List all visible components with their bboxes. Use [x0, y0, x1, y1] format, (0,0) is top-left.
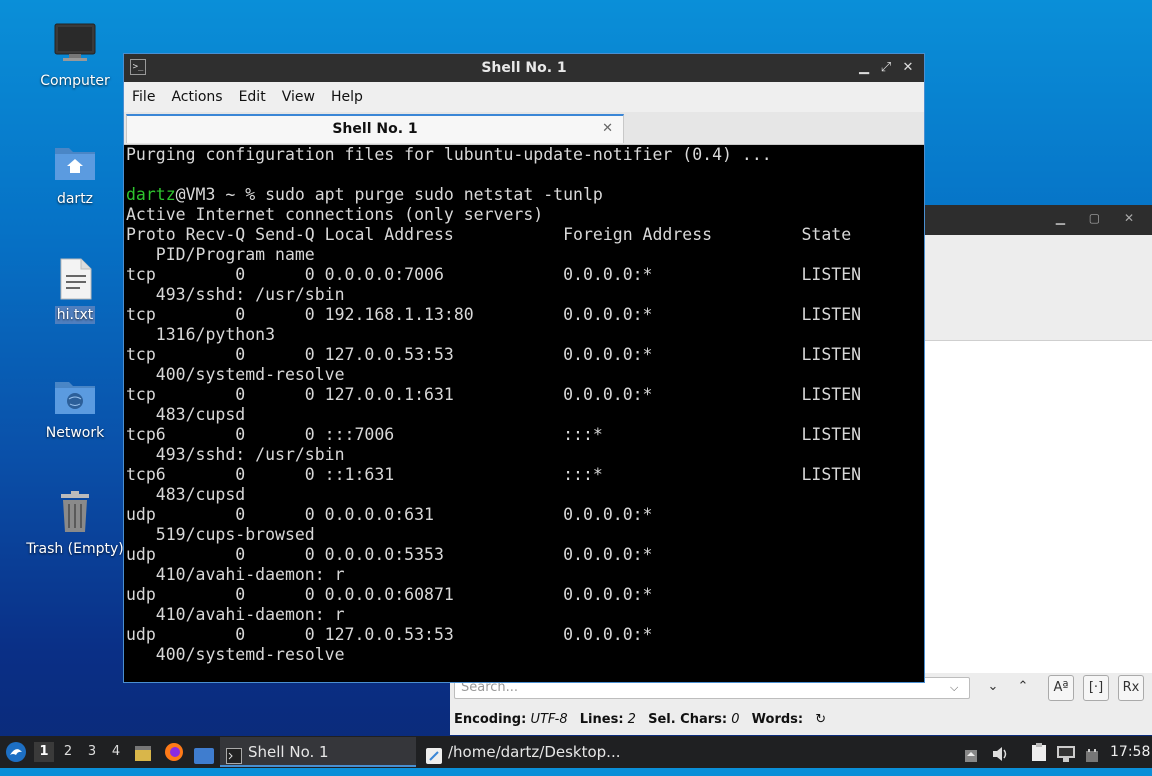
terminal-titlebar[interactable]: >_ Shell No. 1 ▁ ⤢ ✕: [124, 54, 924, 82]
terminal-line: udp 0 0 0.0.0.0:60871 0.0.0.0:*: [126, 585, 653, 604]
workspace-3[interactable]: 3: [82, 742, 102, 762]
terminal-line: 410/avahi-daemon: r: [126, 565, 345, 584]
terminal-line: 410/avahi-daemon: r: [126, 605, 345, 624]
clock[interactable]: 17:58: [1110, 736, 1150, 768]
menu-actions[interactable]: Actions: [163, 82, 230, 112]
encoding-value: UTF-8: [530, 712, 568, 727]
minimize-button[interactable]: ▁: [854, 54, 874, 82]
clipboard-icon[interactable]: [1030, 742, 1048, 762]
menu-edit[interactable]: Edit: [231, 82, 274, 112]
terminal-icon: [226, 744, 242, 764]
terminal-line: 493/sshd: /usr/sbin: [126, 445, 345, 464]
window-title: Shell No. 1: [481, 60, 567, 76]
terminal-line: 483/cupsd: [126, 405, 246, 424]
sel-chars-value: 0: [731, 712, 740, 727]
close-button[interactable]: ✕: [898, 54, 918, 82]
task-label: Shell No. 1: [248, 743, 329, 761]
menu-view[interactable]: View: [274, 82, 323, 112]
desktop-icon-home[interactable]: dartz: [20, 140, 130, 208]
terminal-line: 519/cups-browsed: [126, 525, 315, 544]
terminal-line: tcp 0 0 127.0.0.53:53 0.0.0.0:* LISTEN: [126, 345, 862, 364]
maximize-button[interactable]: ⤢: [876, 54, 896, 82]
terminal-line: Proto Recv-Q Send-Q Local Address Foreig…: [126, 225, 852, 244]
terminal-output[interactable]: Purging configuration files for lubuntu-…: [126, 145, 922, 680]
terminal-line: 493/sshd: /usr/sbin: [126, 285, 345, 304]
updates-icon[interactable]: [963, 744, 979, 762]
terminal-line: tcp 0 0 0.0.0.0:7006 0.0.0.0:* LISTEN: [126, 265, 862, 284]
desktop-icon-label: Computer: [40, 73, 110, 89]
computer-icon: [53, 22, 97, 66]
firefox-icon[interactable]: [164, 742, 184, 762]
task-label: /home/dartz/Desktop...: [448, 743, 621, 761]
terminal-line: 400/systemd-resolve: [126, 645, 345, 664]
terminal-line: PID/Program name: [126, 245, 315, 264]
desktop-icon-hi-txt[interactable]: hi.txt: [20, 257, 130, 324]
match-case-button[interactable]: Aª: [1048, 675, 1074, 701]
terminal-line: tcp6 0 0 :::7006 :::* LISTEN: [126, 425, 862, 444]
find-previous-button[interactable]: ⌃: [1010, 675, 1036, 701]
network-folder-icon: [53, 374, 97, 418]
text-file-icon: [53, 257, 97, 301]
task-featherpad[interactable]: /home/dartz/Desktop...: [420, 737, 630, 767]
editor-statusbar: Encoding: UTF-8 Lines: 2 Sel. Chars: 0 W…: [450, 705, 1152, 735]
terminal-line: tcp 0 0 192.168.1.13:80 0.0.0.0:* LISTEN: [126, 305, 862, 324]
menu-help[interactable]: Help: [323, 82, 371, 112]
tab-label: Shell No. 1: [332, 121, 418, 137]
lines-value: 2: [627, 712, 636, 727]
terminal-line: tcp6 0 0 ::1:631 :::* LISTEN: [126, 465, 862, 484]
lines-label: Lines:: [579, 712, 624, 727]
terminal-icon: >_: [130, 59, 146, 75]
show-desktop-icon[interactable]: [194, 744, 214, 764]
menu-bar: File Actions Edit View Help: [124, 82, 924, 112]
start-menu-icon[interactable]: [4, 740, 28, 764]
menu-file[interactable]: File: [124, 82, 163, 112]
whole-word-button[interactable]: [·]: [1083, 675, 1109, 701]
tab-bar: Shell No. 1 ✕: [124, 112, 924, 145]
desktop-icon-computer[interactable]: Computer: [20, 22, 130, 90]
desktop-icon-network[interactable]: Network: [20, 374, 130, 442]
workspace-4[interactable]: 4: [106, 742, 126, 762]
encoding-label: Encoding:: [454, 712, 527, 727]
battery-icon[interactable]: [1084, 744, 1100, 762]
desktop-icon-label: hi.txt: [54, 306, 96, 324]
terminal-line: Purging configuration files for lubuntu-…: [126, 145, 772, 164]
network-status-icon[interactable]: [1056, 743, 1076, 762]
terminal-line: 483/cupsd: [126, 485, 246, 504]
trash-icon: [53, 490, 97, 534]
terminal-line: tcp 0 0 127.0.0.1:631 0.0.0.0:* LISTEN: [126, 385, 862, 404]
terminal-line: udp 0 0 127.0.0.53:53 0.0.0.0:*: [126, 625, 653, 644]
desktop-icon-label: dartz: [56, 191, 94, 207]
desktop-icon-label: Trash (Empty): [26, 541, 124, 557]
terminal-line: Active Internet connections (only server…: [126, 205, 544, 224]
tab-shell-1[interactable]: Shell No. 1 ✕: [126, 114, 624, 143]
terminal-window[interactable]: >_ Shell No. 1 ▁ ⤢ ✕ File Actions Edit View…: [123, 53, 925, 683]
workspace-2[interactable]: 2: [58, 742, 78, 762]
regex-button[interactable]: Rx: [1118, 675, 1144, 701]
terminal-line: udp 0 0 0.0.0.0:5353 0.0.0.0:*: [126, 545, 653, 564]
desktop-icon-trash[interactable]: Trash (Empty): [20, 490, 130, 558]
find-next-button[interactable]: ⌄: [980, 675, 1006, 701]
chevron-down-icon[interactable]: ⌵: [950, 681, 958, 695]
terminal-line: udp 0 0 0.0.0.0:631 0.0.0.0:*: [126, 505, 653, 524]
taskbar: 1 2 3 4 Shell No. 1 /home/dartz/Desktop.…: [0, 736, 1152, 768]
window-controls[interactable]: ▁ ▢ ✕: [1056, 211, 1144, 225]
prompt-user: dartz: [126, 185, 176, 204]
words-label: Words:: [751, 712, 804, 727]
terminal-line: 400/systemd-resolve: [126, 365, 345, 384]
sel-chars-label: Sel. Chars:: [648, 712, 728, 727]
workspace-1[interactable]: 1: [34, 742, 54, 762]
volume-icon[interactable]: [991, 743, 1009, 761]
home-folder-icon: [53, 140, 97, 184]
text-editor-icon: [426, 744, 442, 764]
terminal-line: @VM3 ~ % sudo apt purge sudo netstat -tu…: [175, 185, 603, 204]
tab-close-icon[interactable]: ✕: [602, 116, 613, 142]
desktop-icon-label: Network: [45, 425, 105, 441]
file-manager-icon[interactable]: [134, 743, 152, 761]
terminal-line: 1316/python3: [126, 325, 276, 344]
task-shell-no-1[interactable]: Shell No. 1: [220, 737, 416, 767]
refresh-icon[interactable]: ↻: [815, 712, 826, 727]
